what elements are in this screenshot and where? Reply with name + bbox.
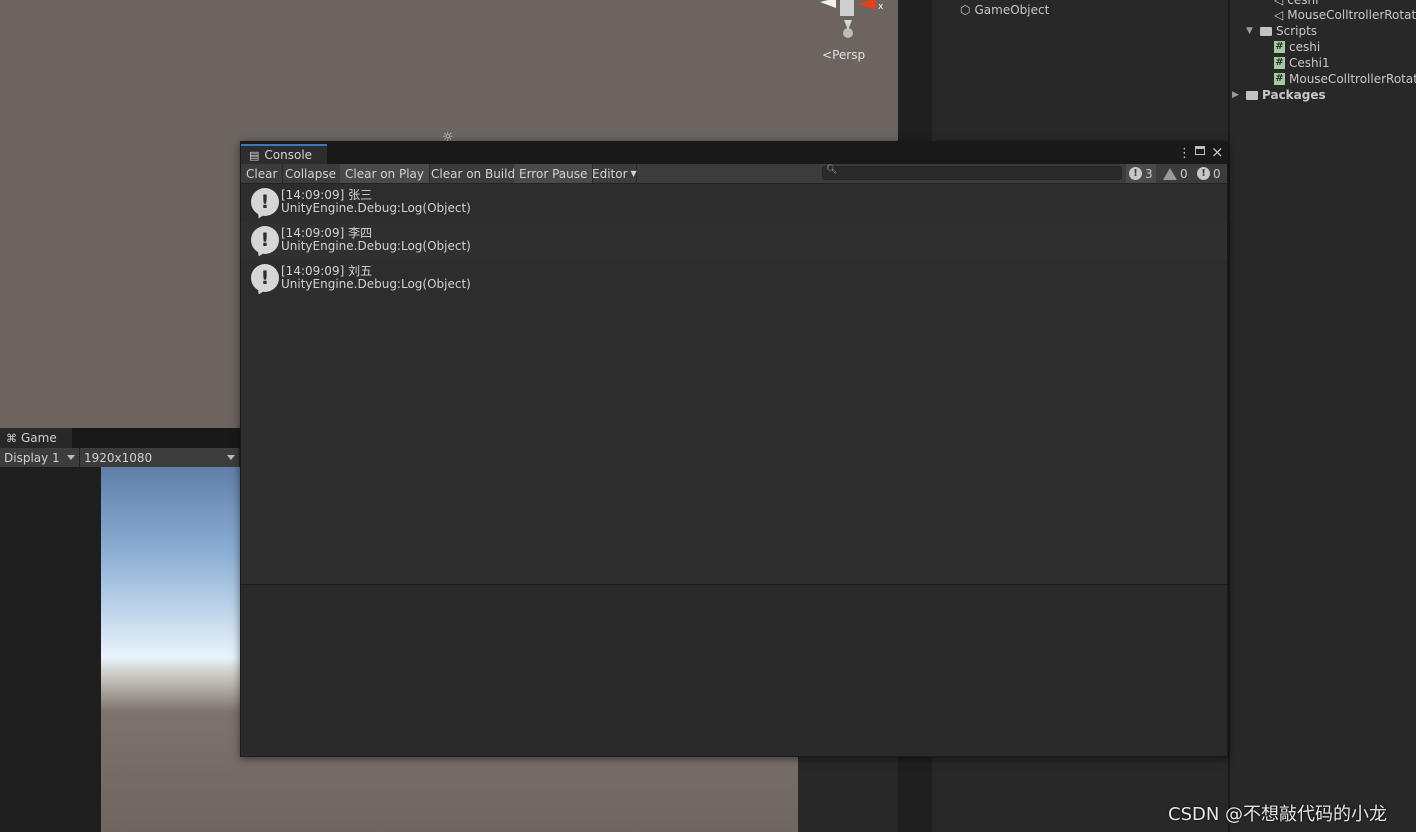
project-item[interactable]: # ceshi — [1274, 39, 1320, 55]
project-item-label: Ceshi1 — [1289, 56, 1330, 70]
resolution-value: 1920x1080 — [84, 450, 153, 465]
csharp-icon: # — [1274, 41, 1285, 53]
hierarchy-item-label: GameObject — [974, 3, 1050, 17]
collapse-button[interactable]: Collapse — [280, 164, 342, 183]
maximize-icon[interactable] — [1195, 146, 1205, 155]
tab-game[interactable]: ⌘ Game — [0, 428, 72, 448]
project-folder-packages[interactable]: ▶ Packages — [1232, 87, 1326, 103]
editor-label: Editor — [592, 166, 628, 181]
resolution-dropdown[interactable]: 1920x1080 — [80, 448, 240, 467]
log-entry[interactable]: ! [14:09:09] 刘五 UnityEngine.Debug:Log(Ob… — [241, 260, 1227, 298]
info-message-icon: ! — [251, 226, 279, 254]
gizmo-cone-left — [820, 0, 836, 8]
project-item[interactable]: # MouseColltrollerRotati — [1274, 71, 1416, 87]
chevron-down-icon — [227, 455, 235, 460]
warning-count: 0 — [1180, 166, 1188, 181]
editor-dropdown[interactable]: Editor ▼ — [587, 164, 637, 183]
console-tabbar — [241, 142, 1227, 164]
persp-label: Persp — [832, 48, 866, 62]
chevron-down-icon[interactable]: ▼ — [1246, 26, 1256, 36]
gizmo-x-label: x — [878, 2, 884, 12]
display-dropdown[interactable]: Display 1 — [0, 448, 80, 467]
gizmo-cube — [840, 0, 854, 16]
info-icon: ! — [1129, 167, 1142, 180]
log-stacktrace: UnityEngine.Debug:Log(Object) — [281, 277, 471, 291]
info-message-icon: ! — [251, 264, 279, 292]
cube-icon: ⬡ — [960, 3, 971, 17]
project-item[interactable]: ◁ MouseColltrollerRotate — [1274, 7, 1416, 23]
close-icon[interactable]: × — [1211, 143, 1224, 161]
log-stacktrace: UnityEngine.Debug:Log(Object) — [281, 239, 471, 253]
project-item-label: MouseColltrollerRotate — [1287, 8, 1416, 22]
project-item-label: MouseColltrollerRotati — [1289, 72, 1416, 86]
chevron-down-icon — [67, 455, 75, 460]
log-stacktrace: UnityEngine.Debug:Log(Object) — [281, 201, 471, 215]
clear-on-play-toggle[interactable]: Clear on Play — [340, 164, 430, 183]
project-folder-scripts[interactable]: ▼ Scripts — [1246, 23, 1317, 39]
project-item-label: Packages — [1262, 88, 1326, 102]
console-icon: ▤ — [249, 148, 260, 162]
error-icon: ! — [1197, 167, 1210, 180]
tab-label: Game — [21, 431, 57, 445]
chevron-down-icon: ▼ — [630, 169, 637, 178]
console-search-input[interactable] — [822, 166, 1122, 180]
warning-icon — [1163, 167, 1177, 180]
console-detail-pane — [241, 585, 1227, 756]
scene-gizmo[interactable]: x — [808, 0, 888, 38]
error-pause-toggle[interactable]: Error Pause — [514, 164, 594, 183]
chevron-right-icon[interactable]: ▶ — [1232, 90, 1242, 100]
persp-toggle[interactable]: <Persp — [822, 48, 865, 62]
project-item-label: Scripts — [1276, 24, 1318, 38]
error-count-toggle[interactable]: ! 0 — [1194, 164, 1224, 183]
csharp-icon: # — [1274, 73, 1285, 85]
clear-on-build-toggle[interactable]: Clear on Build — [426, 164, 522, 183]
csharp-icon: # — [1274, 57, 1285, 69]
log-entry[interactable]: ! [14:09:09] 李四 UnityEngine.Debug:Log(Ob… — [241, 222, 1227, 260]
info-message-icon: ! — [251, 188, 279, 216]
log-count: 3 — [1145, 166, 1153, 181]
display-value: Display 1 — [4, 450, 60, 465]
unity-icon: ◁ — [1274, 8, 1284, 22]
gizmo-cone-x — [858, 0, 876, 10]
tab-console[interactable]: ▤ Console — [241, 144, 327, 164]
log-entry[interactable]: ! [14:09:09] 张三 UnityEngine.Debug:Log(Ob… — [241, 184, 1227, 222]
persp-icon: < — [822, 48, 833, 62]
clear-button[interactable]: Clear — [241, 164, 284, 183]
tab-label: Console — [264, 148, 313, 162]
unity-icon: ◁ — [1274, 0, 1284, 7]
folder-icon — [1246, 90, 1258, 100]
hierarchy-item-gameobject[interactable]: ⬡ GameObject — [960, 2, 1049, 18]
project-item-label: ceshi — [1289, 40, 1321, 54]
gamepad-icon: ⌘ — [6, 431, 17, 445]
watermark: CSDN @不想敲代码的小龙 — [1168, 804, 1388, 825]
project-panel — [1228, 0, 1416, 832]
project-item-label: ceshi — [1287, 0, 1319, 7]
folder-open-icon — [1260, 26, 1272, 36]
project-item[interactable]: # Ceshi1 — [1274, 55, 1330, 71]
warning-count-toggle[interactable]: 0 — [1160, 164, 1191, 183]
search-icon: 🔍︎ — [826, 165, 838, 175]
error-count: 0 — [1213, 166, 1221, 181]
game-letterbox — [0, 467, 101, 832]
log-count-toggle[interactable]: ! 3 — [1126, 164, 1156, 183]
kebab-menu-icon[interactable]: ⋮ — [1178, 146, 1191, 161]
